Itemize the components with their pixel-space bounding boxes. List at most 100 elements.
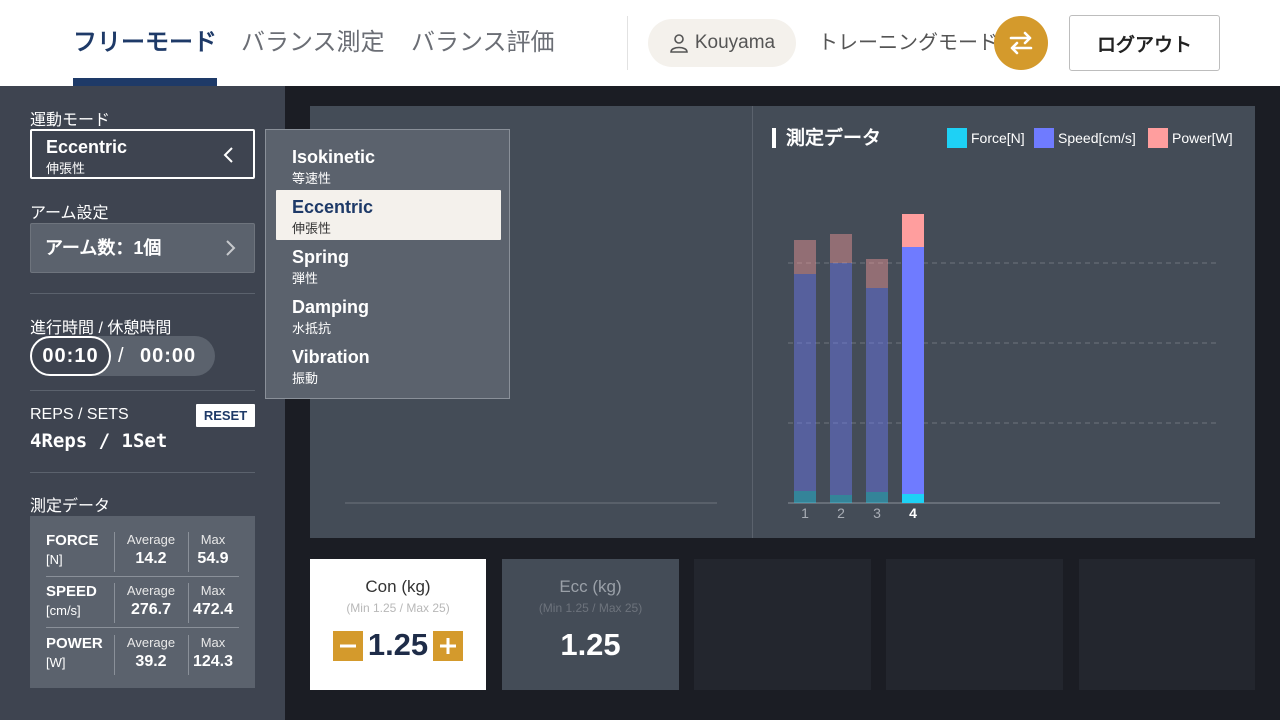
arm-setting-label: アーム設定 <box>30 205 109 222</box>
stat-average-label: Average <box>126 532 176 547</box>
bar-segment <box>866 259 888 288</box>
rest-time-value[interactable]: 00:00 <box>140 336 196 376</box>
legend-swatch <box>1148 128 1168 148</box>
dropdown-option-damping[interactable]: Damping 水抵抗 <box>276 290 501 340</box>
stat-average-value: 14.2 <box>135 550 167 567</box>
bar-segment <box>866 492 888 503</box>
active-time-value[interactable]: 00:10 <box>30 336 111 376</box>
stat-max-value: 54.9 <box>197 550 229 567</box>
divider <box>30 293 255 294</box>
option-name: Eccentric <box>292 197 374 217</box>
divider <box>30 390 255 391</box>
exercise-mode-select[interactable]: Eccentric 伸張性 <box>30 129 255 179</box>
option-sub: 等速性 <box>292 171 332 186</box>
divider <box>30 472 255 473</box>
x-tick-label: 3 <box>873 505 881 521</box>
divider <box>114 532 115 572</box>
divider <box>114 635 115 675</box>
con-card-range: (Min 1.25 / Max 25) <box>346 601 450 615</box>
stat-row-speed: SPEED [cm/s] Average 276.7 Max 472.4 <box>30 581 255 629</box>
chevron-right-icon <box>226 240 236 256</box>
bar-segment <box>794 240 816 274</box>
dropdown-option-spring[interactable]: Spring 弾性 <box>276 240 501 290</box>
reset-button[interactable]: RESET <box>196 404 255 427</box>
ecc-card-title: Ecc (kg) <box>559 577 622 596</box>
stat-row-force: FORCE [N] Average 14.2 Max 54.9 <box>30 530 255 578</box>
arm-count-value: アーム数：1個 <box>45 238 162 258</box>
option-name: Vibration <box>292 347 370 367</box>
reps-sets-label: REPS / SETS <box>30 406 129 423</box>
mode-switch-button[interactable] <box>994 16 1048 70</box>
divider <box>46 627 239 628</box>
x-tick-label: 1 <box>801 505 809 521</box>
bar-segment <box>866 288 888 492</box>
stat-max-value: 124.3 <box>192 653 234 670</box>
user-badge[interactable]: Kouyama <box>648 19 796 67</box>
stat-max-label: Max <box>200 532 226 547</box>
stat-unit: [N] <box>46 552 63 567</box>
x-tick-label: 4 <box>909 505 917 521</box>
header-divider <box>627 16 628 70</box>
training-mode-label: トレーニングモード <box>818 32 998 54</box>
ecc-weight-value: 1.25 <box>560 627 621 662</box>
stat-name: FORCE <box>46 532 99 549</box>
chevron-left-icon <box>223 147 233 163</box>
stat-average-label: Average <box>126 635 176 650</box>
stat-row-power: POWER [W] Average 39.2 Max 124.3 <box>30 633 255 681</box>
plus-icon <box>440 638 456 654</box>
time-label: 進行時間 / 休憩時間 <box>30 320 172 337</box>
stat-average-label: Average <box>126 583 176 598</box>
increase-con-button[interactable] <box>433 631 463 661</box>
con-weight-card: Con (kg) (Min 1.25 / Max 25) 1.25 <box>310 559 486 690</box>
divider <box>46 576 239 577</box>
option-name: Spring <box>292 247 349 267</box>
dropdown-option-isokinetic[interactable]: Isokinetic 等速性 <box>276 140 501 190</box>
time-separator: / <box>118 345 124 367</box>
exercise-mode-label: 運動モード <box>30 112 111 129</box>
bar-segment <box>830 495 852 503</box>
exercise-mode-dropdown: Isokinetic 等速性 Eccentric 伸張性 Spring 弾性 D… <box>265 129 510 399</box>
stat-unit: [cm/s] <box>46 603 81 618</box>
top-header: フリーモード バランス測定 バランス評価 Kouyama トレーニングモード ロ… <box>0 0 1280 86</box>
empty-card-slot <box>694 559 871 690</box>
stat-average-value: 39.2 <box>135 653 167 670</box>
legend-swatch <box>947 128 967 148</box>
stat-max-value: 472.4 <box>192 601 234 618</box>
con-card-title: Con (kg) <box>365 577 431 596</box>
empty-card-slot <box>886 559 1063 690</box>
bar-segment <box>794 491 816 503</box>
user-icon <box>670 34 688 53</box>
option-name: Damping <box>292 297 370 317</box>
bar-segment <box>902 214 924 247</box>
dropdown-option-eccentric[interactable]: Eccentric 伸張性 <box>276 190 501 240</box>
stats-table: FORCE [N] Average 14.2 Max 54.9 SPEED [c… <box>30 516 255 688</box>
dropdown-option-vibration[interactable]: Vibration 振動 <box>276 340 501 390</box>
swap-arrows-icon <box>1009 31 1033 55</box>
tab-balance-measure[interactable]: バランス測定 <box>241 0 385 86</box>
logout-button[interactable]: ログアウト <box>1069 15 1220 71</box>
ecc-card-range: (Min 1.25 / Max 25) <box>538 601 643 615</box>
option-sub: 振動 <box>292 371 319 386</box>
stat-name: SPEED <box>46 583 97 600</box>
bar-segment <box>830 263 852 495</box>
option-sub: 伸張性 <box>292 221 332 236</box>
legend-label: Force[N] <box>971 130 1025 146</box>
stat-name: POWER <box>46 635 103 652</box>
bar-segment <box>902 247 924 494</box>
tab-balance-evaluation[interactable]: バランス評価 <box>411 0 555 86</box>
ecc-weight-card: Ecc (kg) (Min 1.25 / Max 25) 1.25 <box>502 559 679 690</box>
legend-swatch <box>1034 128 1054 148</box>
measurement-label: 測定データ <box>30 498 111 515</box>
reps-sets-value: 4Reps / 1Set <box>30 430 168 452</box>
option-sub: 水抵抗 <box>292 321 332 336</box>
arm-count-select[interactable]: アーム数：1個 <box>30 223 255 273</box>
bar-segment <box>902 494 924 503</box>
stat-unit: [W] <box>46 655 66 670</box>
time-setting[interactable]: 00:10 / 00:00 <box>30 336 215 376</box>
tab-free-mode[interactable]: フリーモード <box>73 0 217 86</box>
title-marker <box>772 128 776 148</box>
bar-segment <box>794 274 816 491</box>
empty-card-slot <box>1079 559 1255 690</box>
stat-max-label: Max <box>200 583 226 598</box>
option-name: Isokinetic <box>292 147 376 167</box>
